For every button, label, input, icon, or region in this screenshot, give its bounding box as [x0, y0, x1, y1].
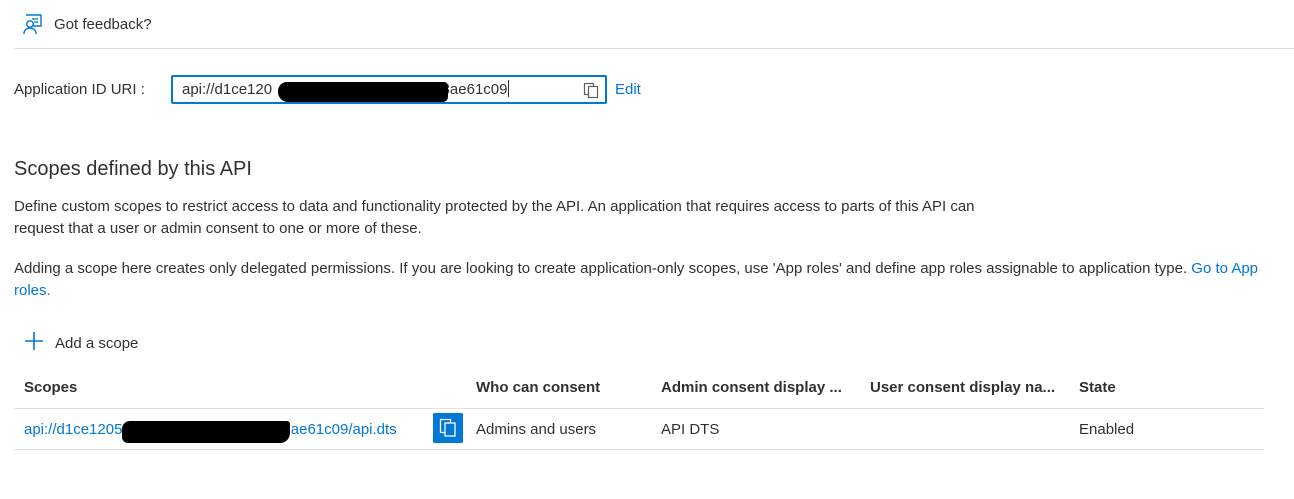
feedback-icon — [22, 13, 44, 35]
admin-consent-display-cell: API DTS — [661, 420, 720, 438]
text-caret — [508, 80, 510, 97]
table-header: Scopes Who can consent Admin consent dis… — [14, 366, 1264, 409]
scope-link-prefix: api://d1ce1205 — [24, 420, 123, 438]
feedback-bar: Got feedback? — [14, 0, 1294, 49]
section-description-2: Adding a scope here creates only delegat… — [14, 258, 1284, 302]
section-description-2-text: Adding a scope here creates only delegat… — [14, 260, 1188, 277]
section-title: Scopes defined by this API — [14, 158, 252, 180]
column-header-admin-consent-display[interactable]: Admin consent display ... — [661, 366, 856, 408]
copy-scope-icon[interactable] — [433, 413, 463, 443]
app-id-uri-label: Application ID URI : — [14, 80, 145, 98]
app-id-uri-row: Application ID URI : api://d1ce120 c3ae61… — [14, 73, 641, 105]
redaction-mark — [278, 81, 448, 102]
add-scope-label: Add a scope — [55, 334, 139, 352]
scopes-table: Scopes Who can consent Admin consent dis… — [14, 366, 1264, 450]
section-description-1: Define custom scopes to restrict access … — [14, 198, 975, 237]
feedback-label: Got feedback? — [54, 15, 152, 33]
column-header-state[interactable]: State — [1079, 366, 1229, 408]
app-id-uri-value-prefix: api://d1ce120 — [182, 81, 273, 98]
add-scope-button[interactable]: Add a scope — [24, 331, 138, 355]
column-header-user-consent-display[interactable]: User consent display na... — [870, 366, 1065, 408]
redaction-mark — [122, 421, 290, 443]
who-can-consent-cell: Admins and users — [476, 420, 597, 438]
copy-icon[interactable] — [583, 82, 599, 103]
state-cell: Enabled — [1079, 420, 1135, 438]
column-header-who-can-consent[interactable]: Who can consent — [476, 366, 646, 408]
column-header-scopes[interactable]: Scopes — [24, 366, 444, 408]
plus-icon — [24, 331, 44, 356]
feedback-button[interactable]: Got feedback? — [14, 4, 152, 44]
edit-app-id-uri-link[interactable]: Edit — [615, 81, 641, 98]
table-row: api://d1ce1205 2ae61c09/api.dts Admins an… — [14, 409, 1264, 450]
scope-link-suffix: 2ae61c09/api.dts — [282, 420, 397, 438]
user-consent-display-cell — [870, 409, 1065, 449]
app-id-uri-field[interactable]: api://d1ce120 c3ae61c09 — [171, 74, 607, 104]
